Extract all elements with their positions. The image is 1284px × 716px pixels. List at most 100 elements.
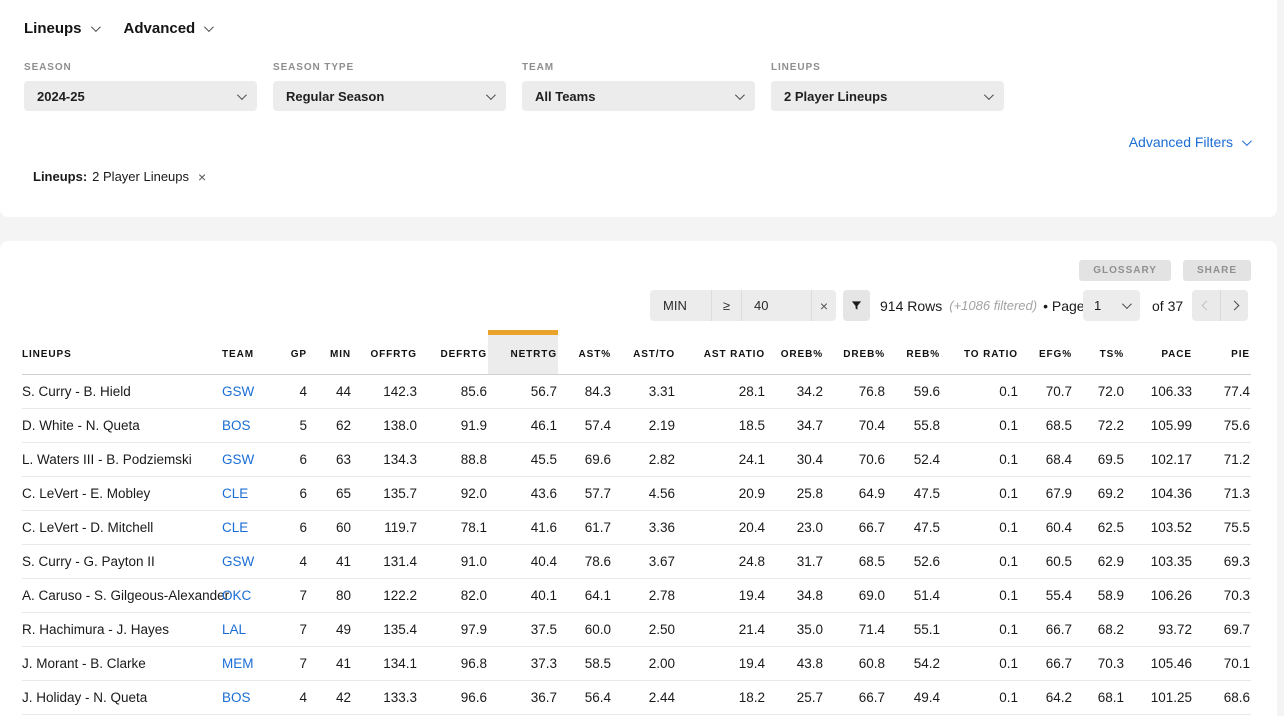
team-link[interactable]: CLE [222, 486, 248, 501]
cell-efg_pct: 64.2 [1019, 681, 1073, 715]
cell-lineup: C. LeVert - E. Mobley [22, 477, 222, 511]
min-filter-clear-button[interactable]: × [811, 290, 836, 321]
min-filter-value: 40 [754, 298, 768, 313]
cell-netrtg: 37.5 [488, 613, 558, 647]
table-row: S. Curry - B. HieldGSW444142.385.656.784… [22, 375, 1251, 409]
cell-offrtg: 142.3 [352, 375, 418, 409]
cell-lineup: L. Waters III - B. Podziemski [22, 443, 222, 477]
cell-ts_pct: 72.0 [1073, 375, 1125, 409]
cell-to_ratio: 0.1 [941, 613, 1019, 647]
cell-ast_pct: 64.1 [558, 579, 612, 613]
team-link[interactable]: OKC [222, 588, 251, 603]
stat-category-dropdown[interactable]: Lineups [24, 20, 98, 37]
next-page-button[interactable] [1220, 290, 1248, 321]
column-header-ast_ratio[interactable]: AST RATIO [676, 333, 766, 375]
team-link[interactable]: GSW [222, 452, 254, 467]
cell-min: 41 [308, 647, 352, 681]
cell-to_ratio: 0.1 [941, 443, 1019, 477]
team-select[interactable]: All Teams [522, 81, 755, 111]
team-link[interactable]: LAL [222, 622, 246, 637]
column-header-offrtg[interactable]: OFFRTG [352, 333, 418, 375]
apply-filter-button[interactable] [843, 290, 870, 321]
season-type-select[interactable]: Regular Season [273, 81, 506, 111]
page-number-select[interactable]: 1 [1083, 290, 1140, 321]
column-header-ast_to[interactable]: AST/TO [612, 333, 676, 375]
min-filter-operator-select[interactable]: ≥ [711, 290, 741, 321]
cell-oreb_pct: 43.8 [766, 647, 824, 681]
glossary-button[interactable]: GLOSSARY [1079, 260, 1171, 281]
column-header-netrtg[interactable]: NETRTG [488, 333, 558, 375]
team-link[interactable]: CLE [222, 520, 248, 535]
min-filter-field-select[interactable]: MIN [650, 290, 711, 321]
min-filter-value-input[interactable]: 40 [741, 290, 811, 321]
stats-table-panel: GLOSSARY SHARE MIN ≥ 40 × 914 Rows (+108… [0, 241, 1277, 716]
chevron-down-icon [90, 22, 100, 32]
stat-type-dropdown[interactable]: Advanced [124, 20, 212, 37]
column-header-ast_pct[interactable]: AST% [558, 333, 612, 375]
season-label: SEASON [24, 62, 257, 73]
cell-min: 44 [308, 375, 352, 409]
column-header-efg_pct[interactable]: EFG% [1019, 333, 1073, 375]
cell-dreb_pct: 71.4 [824, 613, 886, 647]
cell-netrtg: 45.5 [488, 443, 558, 477]
cell-to_ratio: 0.1 [941, 511, 1019, 545]
lineups-select[interactable]: 2 Player Lineups [771, 81, 1004, 111]
lineups-table: LINEUPSTEAMGPMINOFFRTGDEFRTGNETRTGAST%AS… [22, 330, 1251, 715]
cell-offrtg: 135.7 [352, 477, 418, 511]
column-header-reb_pct[interactable]: REB% [886, 333, 941, 375]
team-link[interactable]: BOS [222, 690, 251, 705]
cell-offrtg: 131.4 [352, 545, 418, 579]
cell-pace: 106.26 [1125, 579, 1193, 613]
cell-efg_pct: 60.4 [1019, 511, 1073, 545]
cell-reb_pct: 51.4 [886, 579, 941, 613]
cell-defrtg: 82.0 [418, 579, 488, 613]
cell-min: 65 [308, 477, 352, 511]
cell-offrtg: 122.2 [352, 579, 418, 613]
cell-dreb_pct: 76.8 [824, 375, 886, 409]
table-row: C. LeVert - D. MitchellCLE660119.778.141… [22, 511, 1251, 545]
season-select[interactable]: 2024-25 [24, 81, 257, 111]
column-header-pace[interactable]: PACE [1125, 333, 1193, 375]
column-header-lineup[interactable]: LINEUPS [22, 333, 222, 375]
cell-ast_to: 3.36 [612, 511, 676, 545]
cell-efg_pct: 70.7 [1019, 375, 1073, 409]
cell-netrtg: 41.6 [488, 511, 558, 545]
column-header-to_ratio[interactable]: TO RATIO [941, 333, 1019, 375]
table-row: D. White - N. QuetaBOS562138.091.946.157… [22, 409, 1251, 443]
column-header-min[interactable]: MIN [308, 333, 352, 375]
cell-reb_pct: 55.1 [886, 613, 941, 647]
advanced-filters-toggle[interactable]: Advanced Filters [1129, 134, 1249, 150]
column-header-pie[interactable]: PIE [1193, 333, 1251, 375]
previous-page-button[interactable] [1192, 290, 1220, 321]
cell-defrtg: 96.6 [418, 681, 488, 715]
cell-pie: 70.3 [1193, 579, 1251, 613]
table-row: J. Holiday - N. QuetaBOS442133.396.636.7… [22, 681, 1251, 715]
active-filter-chip: Lineups: 2 Player Lineups × [33, 169, 206, 184]
share-button[interactable]: SHARE [1183, 260, 1251, 281]
cell-dreb_pct: 70.4 [824, 409, 886, 443]
team-link[interactable]: MEM [222, 656, 254, 671]
cell-reb_pct: 59.6 [886, 375, 941, 409]
column-header-gp[interactable]: GP [270, 333, 308, 375]
cell-ast_pct: 61.7 [558, 511, 612, 545]
column-header-dreb_pct[interactable]: DREB% [824, 333, 886, 375]
team-link[interactable]: GSW [222, 384, 254, 399]
cell-reb_pct: 47.5 [886, 477, 941, 511]
column-header-ts_pct[interactable]: TS% [1073, 333, 1125, 375]
cell-oreb_pct: 34.2 [766, 375, 824, 409]
cell-oreb_pct: 25.7 [766, 681, 824, 715]
cell-reb_pct: 52.6 [886, 545, 941, 579]
cell-ast_pct: 56.4 [558, 681, 612, 715]
team-link[interactable]: BOS [222, 418, 251, 433]
column-header-team[interactable]: TEAM [222, 333, 270, 375]
cell-efg_pct: 67.9 [1019, 477, 1073, 511]
team-link[interactable]: GSW [222, 554, 254, 569]
column-header-defrtg[interactable]: DEFRTG [418, 333, 488, 375]
table-row: A. Caruso - S. Gilgeous-AlexanderOKC7801… [22, 579, 1251, 613]
stat-category-label: Lineups [24, 20, 82, 37]
cell-ast_pct: 78.6 [558, 545, 612, 579]
advanced-filters-label: Advanced Filters [1129, 134, 1233, 150]
close-icon[interactable]: × [198, 170, 206, 184]
column-header-oreb_pct[interactable]: OREB% [766, 333, 824, 375]
table-row: J. Morant - B. ClarkeMEM741134.196.837.3… [22, 647, 1251, 681]
